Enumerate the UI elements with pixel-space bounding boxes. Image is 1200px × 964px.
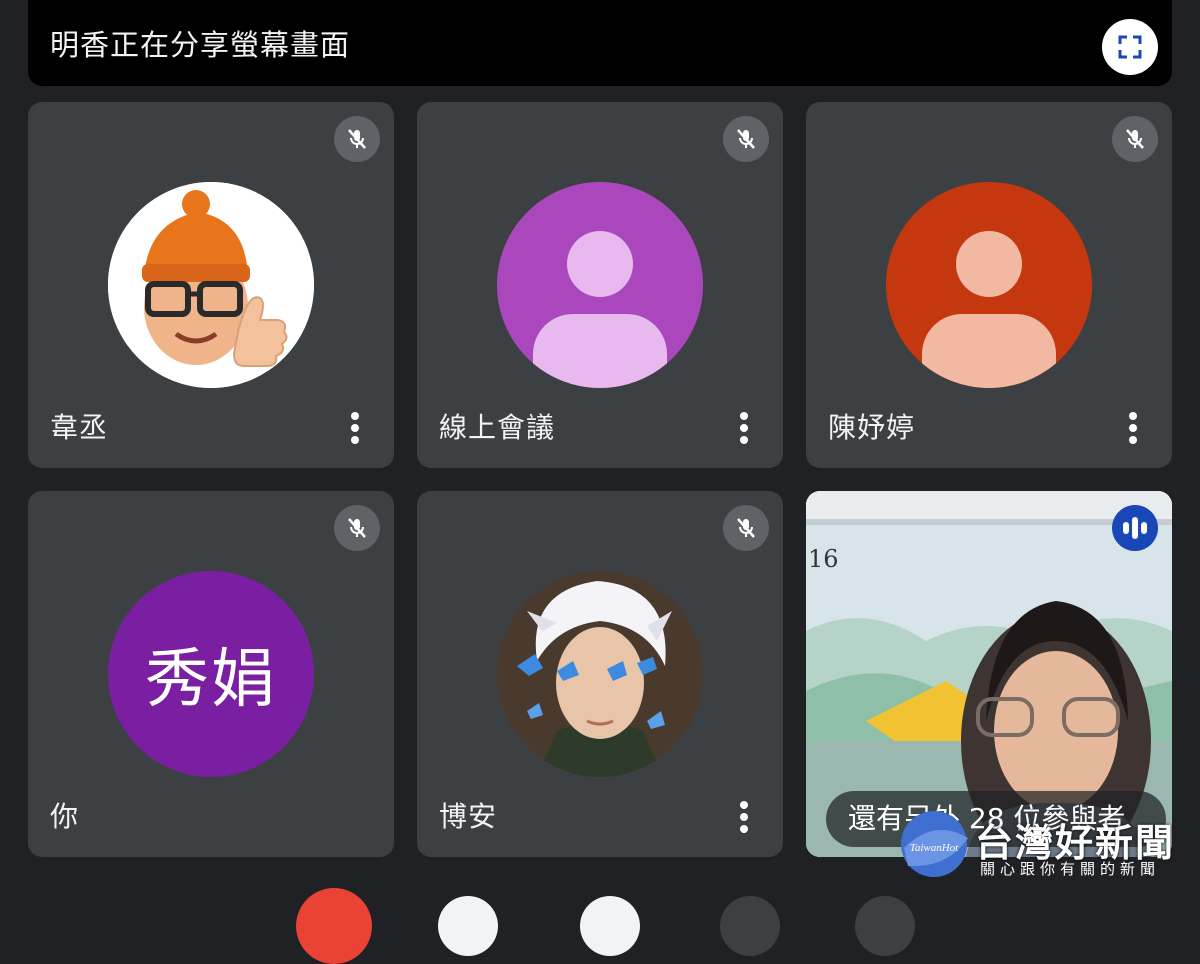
screen-share-message: 明香正在分享螢幕畫面: [50, 28, 351, 62]
participant-tile-5[interactable]: 博安: [417, 491, 783, 857]
fullscreen-button[interactable]: [1102, 19, 1158, 75]
participant-tile-2[interactable]: 線上會議: [417, 102, 783, 468]
camera-button[interactable]: [438, 896, 498, 956]
taiwanhot-logo-icon: TaiwanHot: [898, 808, 972, 878]
participant-name: 你: [50, 800, 80, 833]
more-options-button[interactable]: [340, 408, 370, 448]
end-call-button[interactable]: [296, 888, 372, 964]
mic-off-icon: [334, 116, 380, 162]
mic-off-icon: [723, 116, 769, 162]
default-person-avatar: [886, 182, 1092, 388]
more-options-button[interactable]: [729, 408, 759, 448]
avatar: [108, 182, 314, 388]
mic-off-icon: [1112, 116, 1158, 162]
speaking-indicator-icon: [1112, 505, 1158, 551]
watermark-subtitle: 關心跟你有關的新聞: [980, 860, 1161, 878]
default-person-avatar: [497, 182, 703, 388]
more-controls-button[interactable]: [720, 896, 780, 956]
anime-avatar: [497, 571, 703, 777]
more-options-button[interactable]: [1118, 408, 1148, 448]
participant-name: 線上會議: [439, 411, 556, 444]
watermark-logo-text: TaiwanHot: [910, 842, 959, 854]
initials-avatar: 秀娟: [108, 571, 314, 777]
shared-screen-number: 16: [808, 545, 839, 573]
participant-tile-self[interactable]: 秀娟 你: [28, 491, 394, 857]
mic-off-icon: [334, 505, 380, 551]
mic-button[interactable]: [580, 896, 640, 956]
mic-off-icon: [723, 505, 769, 551]
participant-name: 韋丞: [50, 411, 109, 444]
video-tile-others[interactable]: 16 還有另外 28 位參與者: [806, 491, 1172, 857]
more-options-button[interactable]: [729, 797, 759, 837]
raise-hand-button[interactable]: [855, 896, 915, 956]
participant-tile-3[interactable]: 陳妤婷: [806, 102, 1172, 468]
participant-name: 陳妤婷: [828, 411, 916, 444]
participant-name: 博安: [439, 800, 498, 833]
avatar-initials: 秀娟: [108, 571, 314, 777]
participant-tile-1[interactable]: 韋丞: [28, 102, 394, 468]
screen-share-banner: 明香正在分享螢幕畫面: [28, 0, 1172, 86]
fullscreen-icon: [1118, 35, 1142, 59]
